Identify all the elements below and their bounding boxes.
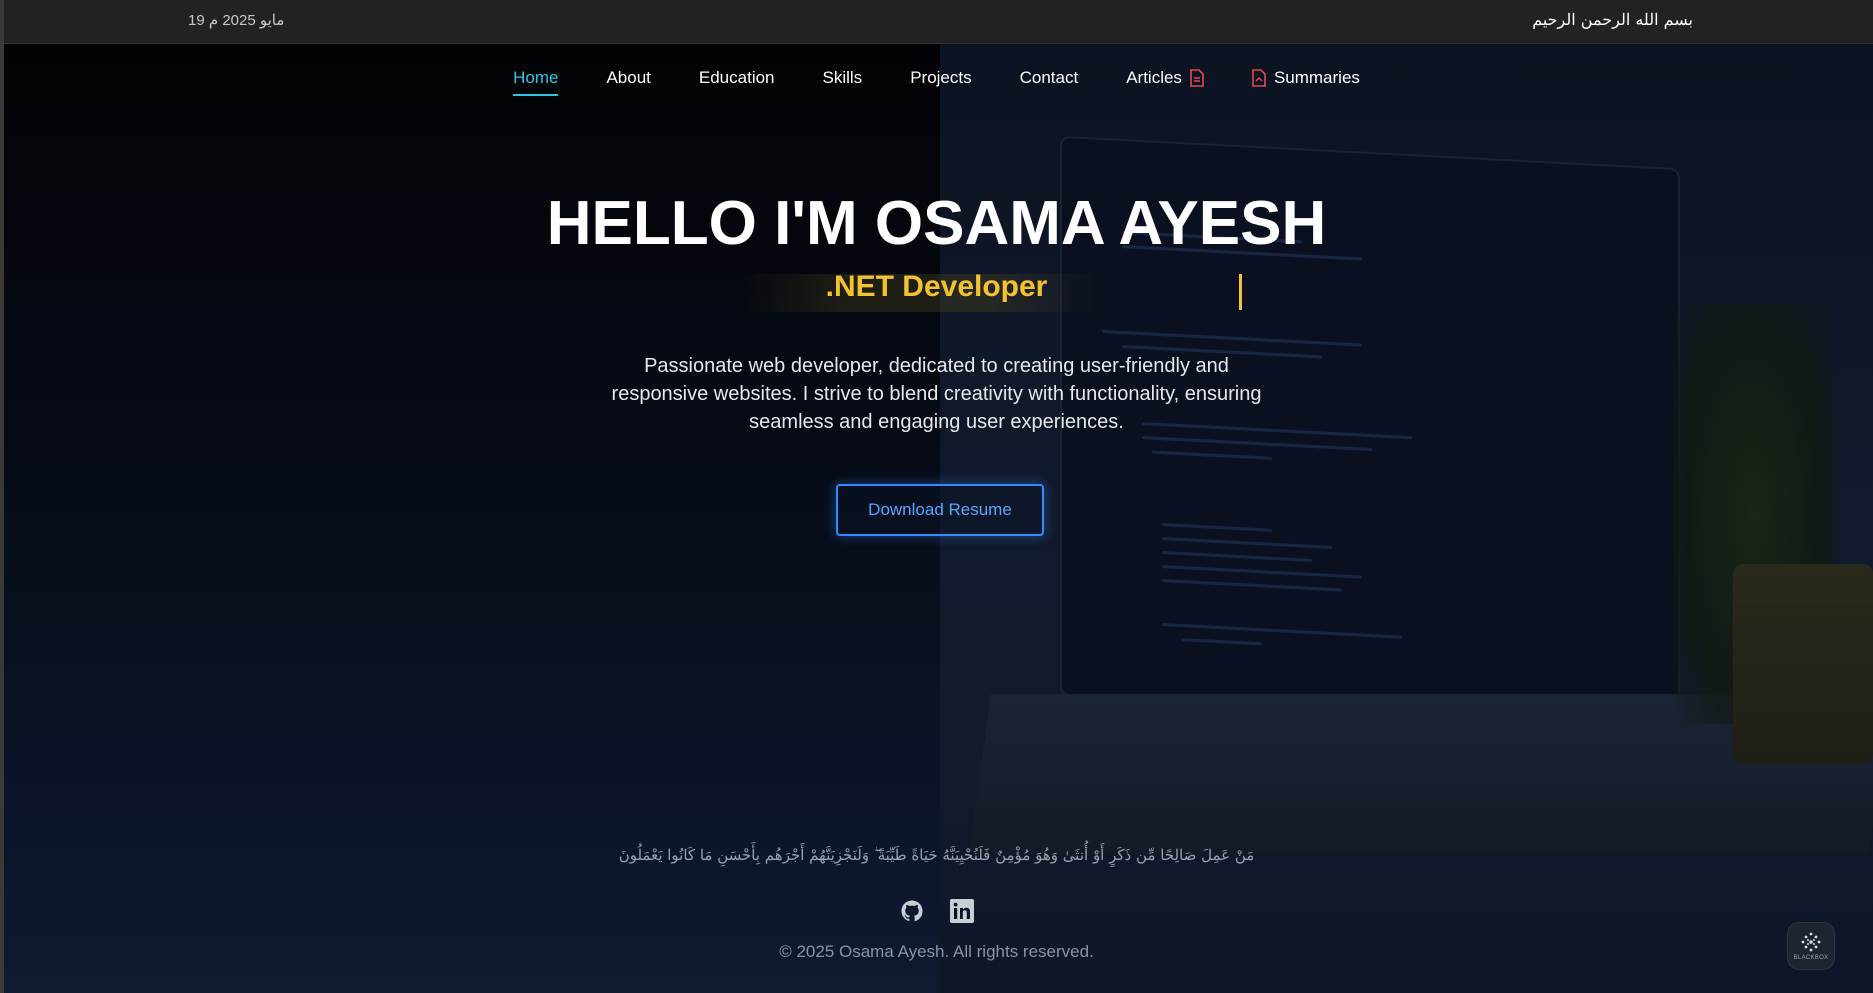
main-nav: Home About Education Skills Projects Con… xyxy=(0,68,1873,96)
linkedin-icon xyxy=(949,899,974,923)
typing-cursor xyxy=(1239,274,1242,310)
nav-item-skills[interactable]: Skills xyxy=(823,68,863,88)
basmala-text: بسم الله الرحمن الرحيم xyxy=(1532,10,1693,29)
nav-item-articles[interactable]: Articles xyxy=(1126,68,1204,88)
blackbox-logo-icon xyxy=(1801,932,1821,952)
current-date: 19 مايو 2025 م xyxy=(188,12,285,29)
pdf-document-icon xyxy=(1252,69,1266,87)
linkedin-link[interactable] xyxy=(949,898,975,924)
nav-item-about[interactable]: About xyxy=(606,68,650,88)
blackbox-widget-button[interactable]: BLACKBOX xyxy=(1787,922,1835,970)
nav-item-label: Projects xyxy=(910,68,972,87)
window-edge xyxy=(0,0,4,993)
copyright-text: © 2025 Osama Ayesh. All rights reserved. xyxy=(779,942,1094,961)
document-icon xyxy=(1190,69,1204,87)
nav-item-label: Contact xyxy=(1019,68,1079,87)
blackbox-label: BLACKBOX xyxy=(1793,955,1829,961)
nav-item-label: Home xyxy=(513,68,559,87)
nav-item-summaries[interactable]: Summaries xyxy=(1252,68,1360,88)
top-bar: 19 مايو 2025 م بسم الله الرحمن الرحيم xyxy=(4,0,1873,44)
nav-item-label: Articles xyxy=(1126,68,1182,87)
nav-item-label: Education xyxy=(698,68,775,87)
quran-verse: مَنْ عَمِلَ صَالِحًا مِّن ذَكَرٍ أَوْ أُ… xyxy=(618,846,1255,864)
github-link[interactable] xyxy=(899,898,925,924)
nav-item-home[interactable]: Home xyxy=(513,68,559,96)
nav-item-label: About xyxy=(606,68,651,87)
nav-item-label: Summaries xyxy=(1273,68,1360,87)
role-typewriter: .NET Developer xyxy=(0,270,1873,312)
nav-item-projects[interactable]: Projects xyxy=(910,68,971,88)
social-links xyxy=(0,898,1873,924)
github-icon xyxy=(900,900,923,922)
nav-item-label: Skills xyxy=(822,68,863,87)
nav-item-education[interactable]: Education xyxy=(699,68,775,88)
download-resume-button[interactable]: Download Resume xyxy=(836,484,1044,536)
role-text: .NET Developer xyxy=(825,270,1048,303)
pot-image xyxy=(1733,564,1873,764)
hero-title: HELLO I'M OSAMA AYESH xyxy=(546,189,1327,258)
nav-item-contact[interactable]: Contact xyxy=(1020,68,1079,88)
hero-tagline: Passionate web developer, dedicated to c… xyxy=(611,355,1262,433)
